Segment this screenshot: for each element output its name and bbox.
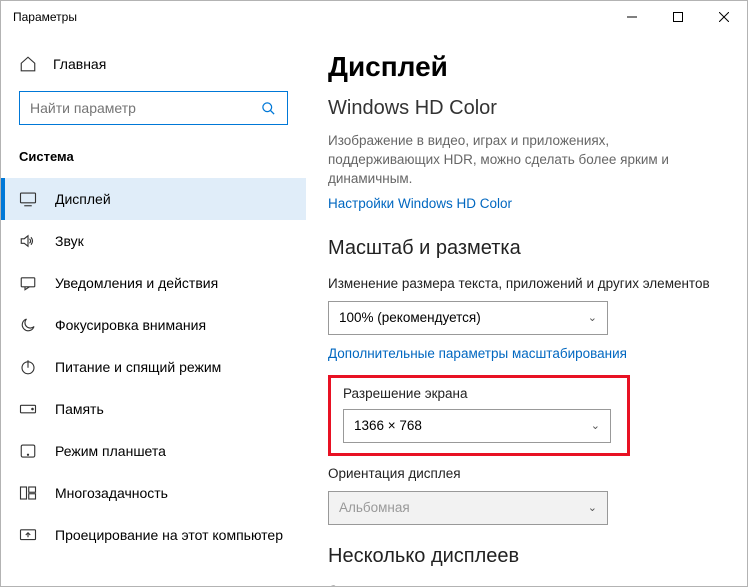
sidebar-item-label: Режим планшета xyxy=(55,443,166,459)
content-pane: Дисплей Windows HD Color Изображение в в… xyxy=(306,33,747,586)
hdcolor-heading: Windows HD Color xyxy=(328,97,725,120)
hdcolor-link[interactable]: Настройки Windows HD Color xyxy=(328,196,512,211)
scale-select-value: 100% (рекомендуется) xyxy=(339,310,481,325)
project-icon xyxy=(19,526,37,544)
resolution-field-label: Разрешение экрана xyxy=(343,386,615,401)
minimize-button[interactable] xyxy=(609,1,655,33)
power-icon xyxy=(19,358,37,376)
multitask-icon xyxy=(19,484,37,502)
scale-select[interactable]: 100% (рекомендуется) ⌄ xyxy=(328,301,608,335)
chevron-down-icon: ⌄ xyxy=(591,419,600,432)
sidebar-item-multitask[interactable]: Многозадачность xyxy=(1,472,306,514)
storage-icon xyxy=(19,400,37,418)
tablet-icon xyxy=(19,442,37,460)
sidebar-item-tablet[interactable]: Режим планшета xyxy=(1,430,306,472)
sidebar-item-label: Память xyxy=(55,401,104,417)
sidebar-item-notifications[interactable]: Уведомления и действия xyxy=(1,262,306,304)
sidebar-item-label: Фокусировка внимания xyxy=(55,317,206,333)
orientation-select: Альбомная ⌄ xyxy=(328,491,608,525)
search-input[interactable] xyxy=(30,100,259,116)
home-label: Главная xyxy=(53,56,106,72)
display-icon xyxy=(19,190,37,208)
orientation-field-label: Ориентация дисплея xyxy=(328,466,725,481)
sidebar-item-focus[interactable]: Фокусировка внимания xyxy=(1,304,306,346)
sound-icon xyxy=(19,232,37,250)
sidebar-item-label: Многозадачность xyxy=(55,485,168,501)
multi-displays-description: Старые дисплеи могут не всегда подключат… xyxy=(328,582,723,586)
category-header: Система xyxy=(1,141,306,178)
scale-field-label: Изменение размера текста, приложений и д… xyxy=(328,276,725,291)
sidebar: Главная Система Дисплей xyxy=(1,33,306,586)
multi-displays-heading: Несколько дисплеев xyxy=(328,545,725,568)
search-icon xyxy=(259,99,277,117)
sidebar-item-storage[interactable]: Память xyxy=(1,388,306,430)
focus-icon xyxy=(19,316,37,334)
scale-heading: Масштаб и разметка xyxy=(328,237,725,260)
sidebar-item-label: Проецирование на этот компьютер xyxy=(55,527,283,543)
sidebar-item-power[interactable]: Питание и спящий режим xyxy=(1,346,306,388)
chevron-down-icon: ⌄ xyxy=(588,501,597,514)
sidebar-item-label: Звук xyxy=(55,233,84,249)
sidebar-item-label: Питание и спящий режим xyxy=(55,359,221,375)
chevron-down-icon: ⌄ xyxy=(588,311,597,324)
sidebar-item-label: Уведомления и действия xyxy=(55,275,218,291)
home-nav[interactable]: Главная xyxy=(1,47,306,81)
page-title: Дисплей xyxy=(328,51,725,83)
notifications-icon xyxy=(19,274,37,292)
sidebar-item-display[interactable]: Дисплей xyxy=(1,178,306,220)
search-input-wrap[interactable] xyxy=(19,91,288,125)
resolution-select-value: 1366 × 768 xyxy=(354,418,422,433)
maximize-button[interactable] xyxy=(655,1,701,33)
window-title: Параметры xyxy=(13,10,609,24)
sidebar-item-label: Дисплей xyxy=(55,191,111,207)
sidebar-item-sound[interactable]: Звук xyxy=(1,220,306,262)
resolution-select[interactable]: 1366 × 768 ⌄ xyxy=(343,409,611,443)
hdcolor-description: Изображение в видео, играх и приложениях… xyxy=(328,132,723,189)
home-icon xyxy=(19,55,37,73)
orientation-select-value: Альбомная xyxy=(339,500,410,515)
sidebar-item-project[interactable]: Проецирование на этот компьютер xyxy=(1,514,306,556)
scale-advanced-link[interactable]: Дополнительные параметры масштабирования xyxy=(328,346,627,361)
resolution-highlight: Разрешение экрана 1366 × 768 ⌄ xyxy=(328,375,630,456)
close-button[interactable] xyxy=(701,1,747,33)
